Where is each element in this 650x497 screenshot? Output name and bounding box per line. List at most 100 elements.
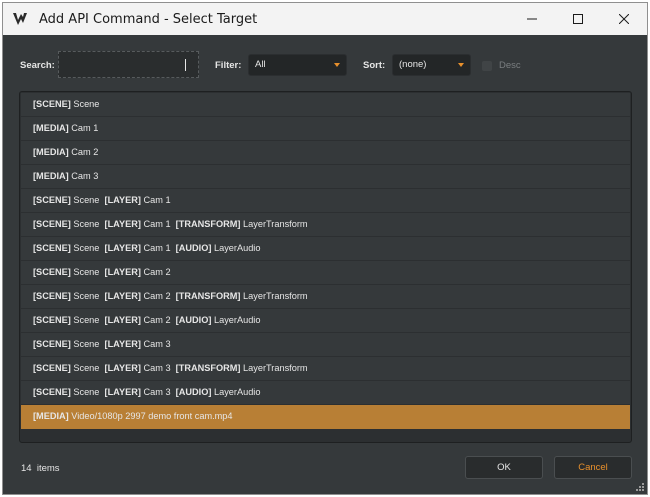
item-type-tag: [LAYER] bbox=[104, 219, 141, 229]
search-input[interactable] bbox=[58, 51, 199, 78]
list-item[interactable]: [SCENE] Scene [LAYER] Cam 2 [AUDIO] Laye… bbox=[21, 309, 630, 332]
list-item[interactable]: [SCENE] Scene [LAYER] Cam 1 bbox=[21, 189, 630, 212]
chevron-down-icon bbox=[458, 63, 464, 67]
close-icon bbox=[619, 14, 629, 24]
resize-grip-icon[interactable] bbox=[635, 482, 645, 492]
item-name: Scene bbox=[73, 315, 100, 325]
maximize-icon bbox=[573, 14, 583, 24]
item-name: Scene bbox=[73, 363, 100, 373]
item-type-tag: [LAYER] bbox=[104, 339, 141, 349]
item-name: Cam 2 bbox=[71, 147, 99, 157]
list-item[interactable]: [MEDIA] Cam 1 bbox=[21, 117, 630, 140]
sort-label: Sort: bbox=[363, 60, 386, 71]
minimize-icon bbox=[527, 18, 537, 20]
item-name: Cam 1 bbox=[71, 123, 99, 133]
item-name: LayerTransform bbox=[243, 219, 308, 229]
item-name: Scene bbox=[73, 339, 100, 349]
filter-label: Filter: bbox=[215, 60, 242, 71]
minimize-button[interactable] bbox=[509, 3, 555, 35]
item-type-tag: [AUDIO] bbox=[175, 243, 212, 253]
item-name: Cam 2 bbox=[143, 291, 171, 301]
item-name: Scene bbox=[73, 99, 100, 109]
close-button[interactable] bbox=[601, 3, 647, 35]
item-count-number: 14 bbox=[21, 463, 32, 474]
item-name: Scene bbox=[73, 387, 100, 397]
item-type-tag: [SCENE] bbox=[33, 339, 71, 349]
item-name: Cam 1 bbox=[143, 243, 171, 253]
list-item[interactable]: [SCENE] Scene [LAYER] Cam 2 [TRANSFORM] … bbox=[21, 285, 630, 308]
item-type-tag: [MEDIA] bbox=[33, 147, 69, 157]
list-item[interactable]: [SCENE] Scene [LAYER] Cam 3 [AUDIO] Laye… bbox=[21, 381, 630, 404]
item-name: Scene bbox=[73, 267, 100, 277]
list-item[interactable]: [SCENE] Scene [LAYER] Cam 2 bbox=[21, 261, 630, 284]
item-type-tag: [SCENE] bbox=[33, 267, 71, 277]
window-controls bbox=[509, 3, 647, 35]
dialog-window: Add API Command - Select Target Search: … bbox=[2, 2, 648, 495]
item-count-suffix: items bbox=[36, 463, 60, 474]
cancel-button[interactable]: Cancel bbox=[554, 456, 632, 479]
item-type-tag: [LAYER] bbox=[104, 267, 141, 277]
filter-value: All bbox=[255, 59, 266, 70]
item-name: Scene bbox=[73, 195, 100, 205]
item-type-tag: [SCENE] bbox=[33, 219, 71, 229]
item-name: Scene bbox=[73, 219, 100, 229]
item-type-tag: [SCENE] bbox=[33, 243, 71, 253]
filter-dropdown[interactable]: All bbox=[248, 54, 347, 76]
item-name: Cam 1 bbox=[143, 219, 171, 229]
item-name: Cam 1 bbox=[143, 195, 171, 205]
item-name: LayerAudio bbox=[213, 243, 261, 253]
item-type-tag: [MEDIA] bbox=[33, 171, 69, 181]
sort-dropdown[interactable]: (none) bbox=[392, 54, 471, 76]
item-name: Scene bbox=[73, 291, 100, 301]
item-type-tag: [TRANSFORM] bbox=[175, 219, 241, 229]
vmix-logo-icon bbox=[11, 10, 29, 28]
item-type-tag: [TRANSFORM] bbox=[175, 363, 241, 373]
item-type-tag: [LAYER] bbox=[104, 315, 141, 325]
item-type-tag: [LAYER] bbox=[104, 195, 141, 205]
item-name: Cam 2 bbox=[143, 267, 171, 277]
maximize-button[interactable] bbox=[555, 3, 601, 35]
list-item[interactable]: [MEDIA] Cam 3 bbox=[21, 165, 630, 188]
target-list[interactable]: [SCENE] Scene [MEDIA] Cam 1 [MEDIA] Cam 2[… bbox=[19, 91, 632, 443]
item-type-tag: [SCENE] bbox=[33, 315, 71, 325]
item-type-tag: [LAYER] bbox=[104, 387, 141, 397]
search-label: Search: bbox=[20, 60, 55, 71]
item-type-tag: [SCENE] bbox=[33, 291, 71, 301]
item-name: Cam 3 bbox=[143, 387, 171, 397]
sort-value: (none) bbox=[399, 59, 427, 70]
item-name: Cam 3 bbox=[143, 363, 171, 373]
item-name: Cam 3 bbox=[71, 171, 99, 181]
desc-label: Desc bbox=[499, 60, 521, 71]
list-item[interactable]: [MEDIA] Video/1080p 2997 demo front cam.… bbox=[21, 405, 630, 429]
item-type-tag: [SCENE] bbox=[33, 387, 71, 397]
list-item[interactable]: [SCENE] Scene [LAYER] Cam 1 [TRANSFORM] … bbox=[21, 213, 630, 236]
toolbar: Search: Filter: All Sort: (none) Desc bbox=[3, 35, 647, 91]
list-item[interactable]: [SCENE] Scene [LAYER] Cam 1 [AUDIO] Laye… bbox=[21, 237, 630, 260]
item-name: LayerTransform bbox=[243, 291, 308, 301]
item-name: Scene bbox=[73, 243, 100, 253]
item-type-tag: [MEDIA] bbox=[33, 411, 69, 421]
item-name: Cam 3 bbox=[143, 339, 171, 349]
ok-button[interactable]: OK bbox=[465, 456, 543, 479]
window-title: Add API Command - Select Target bbox=[39, 11, 258, 27]
item-type-tag: [MEDIA] bbox=[33, 123, 69, 133]
list-item[interactable]: [SCENE] Scene [LAYER] Cam 3 bbox=[21, 333, 630, 356]
item-name: LayerAudio bbox=[213, 387, 261, 397]
item-name: LayerAudio bbox=[213, 315, 261, 325]
list-item[interactable]: [MEDIA] Cam 2 bbox=[21, 141, 630, 164]
item-type-tag: [AUDIO] bbox=[175, 315, 212, 325]
list-item[interactable]: [SCENE] Scene [LAYER] Cam 3 [TRANSFORM] … bbox=[21, 357, 630, 380]
item-name: LayerTransform bbox=[243, 363, 308, 373]
item-type-tag: [LAYER] bbox=[104, 291, 141, 301]
item-type-tag: [LAYER] bbox=[104, 363, 141, 373]
list-item[interactable]: [SCENE] Scene bbox=[21, 93, 630, 116]
item-name: Video/1080p 2997 demo front cam.mp4 bbox=[71, 411, 233, 421]
desc-checkbox[interactable] bbox=[482, 61, 492, 71]
title-bar[interactable]: Add API Command - Select Target bbox=[3, 3, 647, 35]
item-name: Cam 2 bbox=[143, 315, 171, 325]
item-type-tag: [SCENE] bbox=[33, 363, 71, 373]
item-type-tag: [AUDIO] bbox=[175, 387, 212, 397]
item-type-tag: [TRANSFORM] bbox=[175, 291, 241, 301]
chevron-down-icon bbox=[334, 63, 340, 67]
item-type-tag: [SCENE] bbox=[33, 99, 71, 109]
